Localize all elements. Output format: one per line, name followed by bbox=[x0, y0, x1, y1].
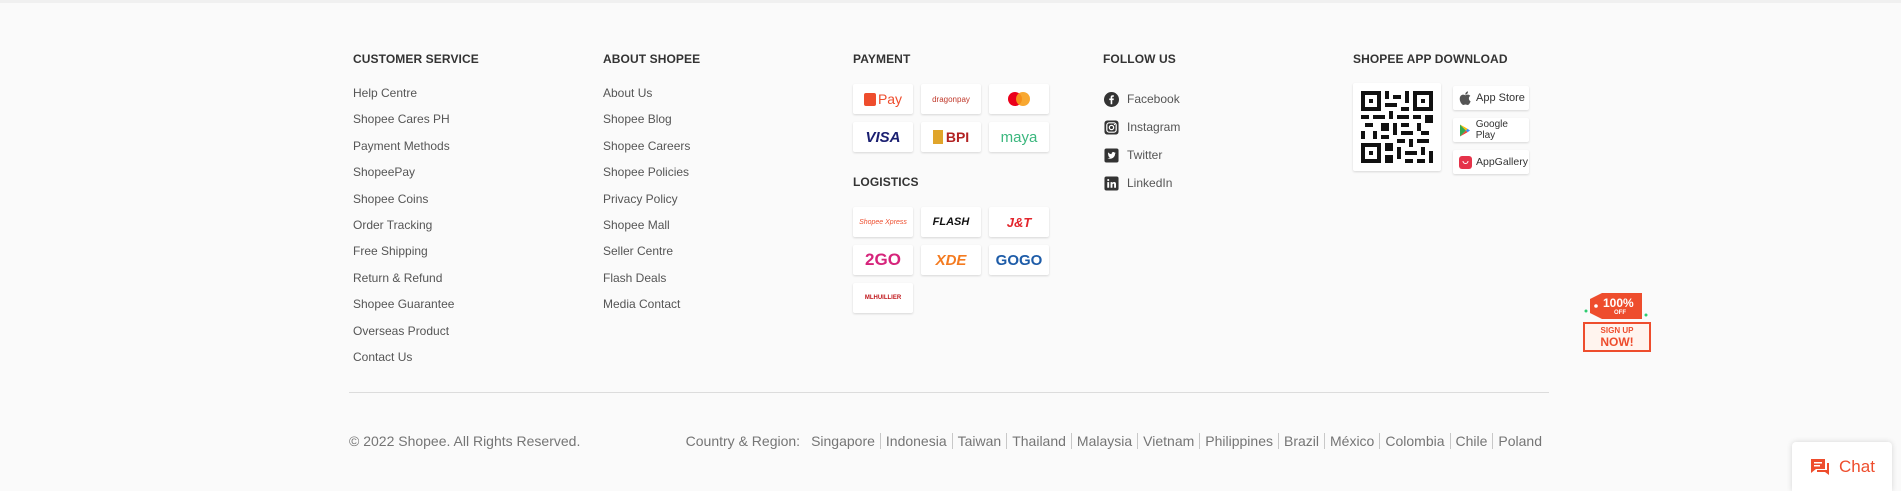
country-link-mexico[interactable]: México bbox=[1325, 433, 1381, 449]
store-label: Google Play bbox=[1475, 119, 1508, 141]
link-contact-us[interactable]: Contact Us bbox=[353, 350, 479, 376]
country-link-vietnam[interactable]: Vietnam bbox=[1138, 433, 1201, 449]
about-list: About Us Shopee Blog Shopee Careers Shop… bbox=[603, 86, 700, 324]
instagram-icon bbox=[1103, 119, 1119, 135]
link-order-tracking[interactable]: Order Tracking bbox=[353, 218, 479, 244]
linkedin-icon bbox=[1103, 175, 1119, 191]
link-return-refund[interactable]: Return & Refund bbox=[353, 271, 479, 297]
visa-logo[interactable]: VISA bbox=[853, 122, 913, 152]
appgallery-icon bbox=[1458, 155, 1472, 169]
country-link-chile[interactable]: Chile bbox=[1451, 433, 1494, 449]
follow-title: FOLLOW US bbox=[1103, 52, 1176, 66]
follow-column: FOLLOW US Facebook Instagram Twitter Lin… bbox=[1103, 52, 1180, 197]
bpi-logo[interactable]: BPI bbox=[921, 122, 981, 152]
qr-code-image bbox=[1353, 83, 1441, 171]
link-shopee-guarantee[interactable]: Shopee Guarantee bbox=[353, 297, 479, 323]
google-play-icon bbox=[1458, 123, 1472, 137]
logistics-title: LOGISTICS bbox=[853, 175, 919, 189]
customer-service-list: Help Centre Shopee Cares PH Payment Meth… bbox=[353, 86, 479, 376]
link-privacy-policy[interactable]: Privacy Policy bbox=[603, 192, 700, 218]
country-link-thailand[interactable]: Thailand bbox=[1007, 433, 1072, 449]
promo-percent: 100% bbox=[1603, 296, 1634, 310]
signup-promo-sticker[interactable]: 100% OFF SIGN UP NOW! bbox=[1582, 291, 1652, 353]
app-download-row: App Store Google Play AppGallery bbox=[1353, 83, 1529, 182]
jt-express-logo[interactable]: J&T bbox=[989, 207, 1049, 237]
2go-logo[interactable]: 2GO bbox=[853, 245, 913, 275]
country-region-bar: Country & Region: Singapore Indonesia Ta… bbox=[686, 433, 1542, 449]
link-shopeepay[interactable]: ShopeePay bbox=[353, 165, 479, 191]
app-download-title: SHOPEE APP DOWNLOAD bbox=[1353, 52, 1508, 66]
link-overseas-product[interactable]: Overseas Product bbox=[353, 324, 479, 350]
customer-service-title: CUSTOMER SERVICE bbox=[353, 52, 479, 66]
link-shopee-blog[interactable]: Shopee Blog bbox=[603, 112, 700, 138]
mlhuillier-logo[interactable]: MLHUILLIER bbox=[853, 283, 913, 313]
customer-service-column: CUSTOMER SERVICE Help Centre Shopee Care… bbox=[353, 52, 479, 376]
link-shopee-cares[interactable]: Shopee Cares PH bbox=[353, 112, 479, 138]
link-shopee-mall[interactable]: Shopee Mall bbox=[603, 218, 700, 244]
link-free-shipping[interactable]: Free Shipping bbox=[353, 244, 479, 270]
link-shopee-careers[interactable]: Shopee Careers bbox=[603, 139, 700, 165]
apple-icon bbox=[1458, 91, 1472, 105]
social-label: Twitter bbox=[1127, 148, 1163, 162]
shopee-xpress-logo[interactable]: Shopee Xpress bbox=[853, 207, 913, 237]
link-flash-deals[interactable]: Flash Deals bbox=[603, 271, 700, 297]
link-shopee-policies[interactable]: Shopee Policies bbox=[603, 165, 700, 191]
link-payment-methods[interactable]: Payment Methods bbox=[353, 139, 479, 165]
copyright-text: © 2022 Shopee. All Rights Reserved. bbox=[349, 433, 581, 449]
social-list: Facebook Instagram Twitter LinkedIn bbox=[1103, 85, 1180, 197]
social-label: Instagram bbox=[1127, 120, 1181, 134]
promo-line2: NOW! bbox=[1600, 335, 1634, 349]
about-title: ABOUT SHOPEE bbox=[603, 52, 701, 66]
link-about-us[interactable]: About Us bbox=[603, 86, 700, 112]
about-column: ABOUT SHOPEE About Us Shopee Blog Shopee… bbox=[603, 52, 700, 324]
country-link-singapore[interactable]: Singapore bbox=[806, 433, 881, 449]
mastercard-logo[interactable] bbox=[989, 84, 1049, 114]
country-link-brazil[interactable]: Brazil bbox=[1279, 433, 1325, 449]
country-link-colombia[interactable]: Colombia bbox=[1380, 433, 1451, 449]
payment-title: PAYMENT bbox=[853, 52, 911, 66]
chat-button[interactable]: Chat bbox=[1792, 442, 1892, 491]
flash-express-logo[interactable]: FLASH bbox=[921, 207, 981, 237]
google-play-button[interactable]: Google Play bbox=[1453, 118, 1529, 142]
country-link-indonesia[interactable]: Indonesia bbox=[881, 433, 953, 449]
social-label: LinkedIn bbox=[1127, 176, 1173, 190]
country-link-malaysia[interactable]: Malaysia bbox=[1072, 433, 1139, 449]
link-help-centre[interactable]: Help Centre bbox=[353, 86, 479, 112]
app-download-column: SHOPEE APP DOWNLOAD App Store Google Pla… bbox=[1353, 52, 1529, 182]
promo-off: OFF bbox=[1614, 310, 1626, 316]
region-label: Country & Region: bbox=[685, 433, 801, 449]
chat-bubble-icon bbox=[1809, 456, 1831, 478]
promo-line1: SIGN UP bbox=[1600, 326, 1634, 335]
payment-logos: Pay dragonpay VISA BPI maya bbox=[853, 84, 1049, 152]
appgallery-button[interactable]: AppGallery bbox=[1453, 150, 1529, 174]
link-shopee-coins[interactable]: Shopee Coins bbox=[353, 192, 479, 218]
facebook-icon bbox=[1103, 91, 1119, 107]
social-twitter[interactable]: Twitter bbox=[1103, 141, 1180, 169]
dragonpay-logo[interactable]: dragonpay bbox=[921, 84, 981, 114]
social-label: Facebook bbox=[1127, 92, 1180, 106]
twitter-icon bbox=[1103, 147, 1119, 163]
social-linkedin[interactable]: LinkedIn bbox=[1103, 169, 1180, 197]
store-label: AppGallery bbox=[1476, 156, 1528, 168]
app-store-button[interactable]: App Store bbox=[1453, 86, 1529, 110]
store-label: App Store bbox=[1476, 92, 1525, 104]
country-link-poland[interactable]: Poland bbox=[1493, 433, 1542, 449]
payment-column: PAYMENT Pay dragonpay VISA BPI maya LOGI… bbox=[853, 52, 1049, 313]
chat-label: Chat bbox=[1839, 456, 1875, 476]
top-border bbox=[0, 0, 1901, 3]
shopeepay-logo[interactable]: Pay bbox=[853, 84, 913, 114]
maya-logo[interactable]: maya bbox=[989, 122, 1049, 152]
social-facebook[interactable]: Facebook bbox=[1103, 85, 1180, 113]
xde-logo[interactable]: XDE bbox=[921, 245, 981, 275]
store-buttons: App Store Google Play AppGallery bbox=[1453, 86, 1529, 182]
link-seller-centre[interactable]: Seller Centre bbox=[603, 244, 700, 270]
country-link-philippines[interactable]: Philippines bbox=[1200, 433, 1279, 449]
country-link-taiwan[interactable]: Taiwan bbox=[953, 433, 1008, 449]
gogo-logo[interactable]: GOGO bbox=[989, 245, 1049, 275]
link-media-contact[interactable]: Media Contact bbox=[603, 297, 700, 323]
social-instagram[interactable]: Instagram bbox=[1103, 113, 1180, 141]
logistics-logos: Shopee Xpress FLASH J&T 2GO XDE GOGO MLH… bbox=[853, 207, 1049, 313]
footer-divider bbox=[349, 392, 1549, 393]
